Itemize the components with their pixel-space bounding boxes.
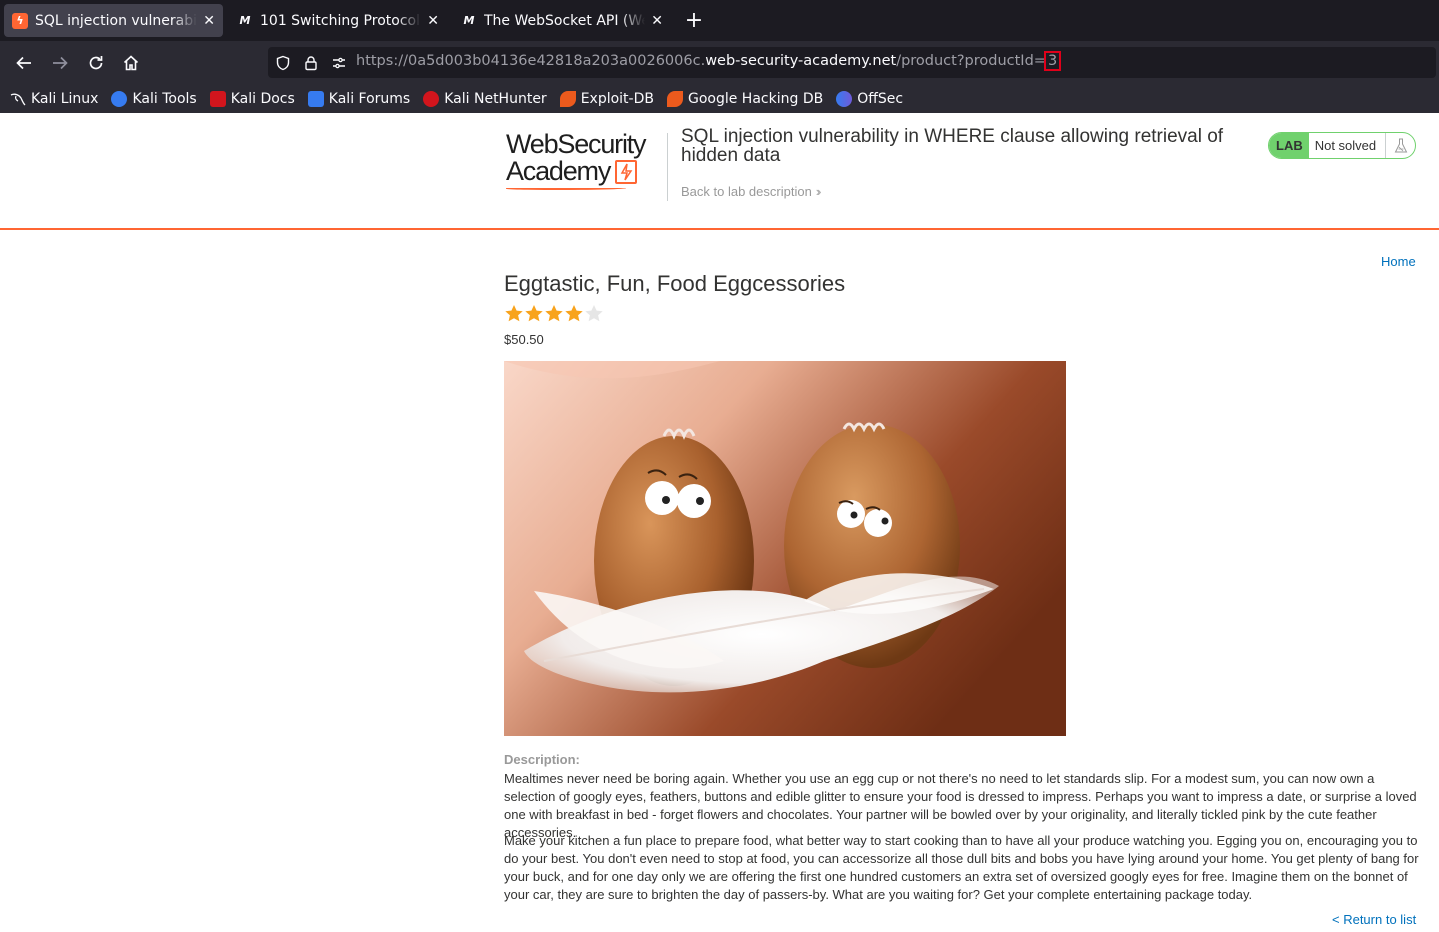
- navigation-bar: https://0a5d003b04136e42818a203a0026006c…: [0, 41, 1439, 84]
- mdn-icon: M: [463, 14, 475, 27]
- lab-header: WebSecurity Academy SQL injection vulner…: [0, 113, 1439, 230]
- kali-dragon-icon: [10, 93, 26, 105]
- bookmark-kali-docs[interactable]: Kali Docs: [209, 90, 295, 107]
- star-filled-icon: [545, 305, 563, 322]
- lab-title: SQL injection vulnerability in WHERE cla…: [681, 126, 1224, 166]
- portswigger-icon: ϟ: [12, 12, 28, 29]
- bookmark-label: Kali Linux: [31, 90, 99, 107]
- flask-icon: [1385, 133, 1415, 158]
- new-tab-button[interactable]: +: [682, 8, 706, 33]
- bookmark-google-hacking-db[interactable]: Google Hacking DB: [666, 90, 824, 107]
- bookmark-label: Kali Docs: [230, 90, 295, 107]
- url-param-value: 3: [1043, 51, 1062, 71]
- description-paragraph-2: Make your kitchen a fun place to prepare…: [504, 833, 1419, 902]
- star-filled-icon: [525, 305, 543, 322]
- product-price: $50.50: [504, 332, 544, 347]
- bookmark-kali-forums[interactable]: Kali Forums: [307, 90, 411, 107]
- star-filled-icon: [505, 305, 523, 322]
- product-title: Eggtastic, Fun, Food Eggcessories: [504, 271, 846, 296]
- url-bar[interactable]: https://0a5d003b04136e42818a203a0026006c…: [268, 47, 1436, 78]
- tab-bar: ϟ SQL injection vulnerability in WHERE c…: [0, 0, 1439, 41]
- back-link-label: Back to lab description: [681, 184, 812, 199]
- bookmark-kali-nethunter[interactable]: Kali NetHunter: [423, 90, 547, 107]
- home-link[interactable]: Home: [1381, 254, 1416, 269]
- kali-tools-icon: [111, 90, 128, 107]
- bookmark-offsec[interactable]: OffSec: [836, 90, 904, 107]
- home-icon: [123, 55, 139, 71]
- tab-switching-protocols[interactable]: M 101 Switching Protocols - HTTP | MDN ✕: [229, 4, 447, 37]
- kali-docs-icon: [209, 90, 226, 107]
- close-tab-icon[interactable]: ✕: [203, 13, 215, 29]
- logo-underline: [506, 187, 626, 190]
- close-tab-icon[interactable]: ✕: [651, 13, 663, 29]
- url-path: /product?productId=: [896, 53, 1046, 69]
- close-tab-icon[interactable]: ✕: [427, 13, 439, 29]
- back-to-lab-description-link[interactable]: Back to lab description ››: [681, 184, 821, 199]
- web-security-academy-logo[interactable]: WebSecurity Academy: [506, 131, 666, 191]
- logo-text-line1: WebSecurity: [506, 129, 647, 159]
- mdn-icon: M: [239, 14, 251, 27]
- double-chevron-right-icon: ››: [815, 184, 821, 199]
- tab-title: 101 Switching Protocols - HTTP | MDN: [260, 12, 422, 29]
- bookmark-label: Google Hacking DB: [687, 90, 824, 107]
- offsec-icon: [836, 90, 853, 107]
- tab-title: SQL injection vulnerability in WHERE cla…: [35, 12, 198, 29]
- page-content: WebSecurity Academy SQL injection vulner…: [0, 113, 1439, 932]
- reload-icon: [89, 56, 103, 70]
- star-empty-icon: [585, 305, 603, 322]
- kali-nethunter-icon: [423, 90, 440, 107]
- product-rating: [504, 304, 604, 323]
- lock-icon[interactable]: [302, 54, 319, 71]
- lab-status-text: Not solved: [1314, 138, 1377, 153]
- description-label: Description:: [504, 752, 580, 767]
- forward-button[interactable]: [47, 50, 73, 76]
- url-prefix: https://0a5d003b04136e42818a203a0026006c…: [356, 53, 706, 69]
- tab-websocket-api[interactable]: M The WebSocket API (WebSockets) - Web A…: [453, 4, 671, 37]
- bookmark-exploit-db[interactable]: Exploit-DB: [559, 90, 654, 107]
- google-hacking-db-icon: [666, 90, 683, 107]
- bookmark-label: Kali Forums: [328, 90, 411, 107]
- url-text[interactable]: https://0a5d003b04136e42818a203a0026006c…: [356, 51, 1062, 71]
- exploit-db-icon: [559, 90, 576, 107]
- bookmark-kali-tools[interactable]: Kali Tools: [111, 90, 197, 107]
- logo-text-line2: Academy: [506, 156, 611, 186]
- product-image: [504, 361, 1066, 736]
- lab-badge: LAB: [1269, 133, 1309, 158]
- star-filled-icon: [565, 305, 583, 322]
- lightning-icon: [615, 159, 638, 184]
- arrow-right-icon: [53, 56, 68, 70]
- reload-button[interactable]: [83, 50, 109, 76]
- bookmark-label: Kali NetHunter: [444, 90, 547, 107]
- bookmark-label: Kali Tools: [132, 90, 197, 107]
- tab-sql-injection[interactable]: ϟ SQL injection vulnerability in WHERE c…: [4, 4, 223, 37]
- lab-status-widget: LAB Not solved: [1268, 132, 1416, 159]
- permissions-icon[interactable]: [330, 54, 347, 71]
- home-button[interactable]: [118, 50, 144, 76]
- bookmarks-toolbar: Kali Linux Kali Tools Kali Docs Kali For…: [0, 84, 1439, 113]
- shield-icon[interactable]: [274, 54, 291, 71]
- tab-title: The WebSocket API (WebSockets) - Web API…: [484, 12, 645, 29]
- back-button[interactable]: [11, 50, 37, 76]
- kali-forums-icon: [307, 90, 324, 107]
- bookmark-label: Exploit-DB: [580, 90, 654, 107]
- return-to-list-link[interactable]: < Return to list: [1332, 912, 1416, 927]
- arrow-left-icon: [16, 56, 31, 70]
- bookmark-kali-linux[interactable]: Kali Linux: [10, 91, 98, 107]
- header-divider: [667, 133, 668, 201]
- url-host: web-security-academy.net: [705, 53, 897, 69]
- bookmark-label: OffSec: [857, 90, 904, 107]
